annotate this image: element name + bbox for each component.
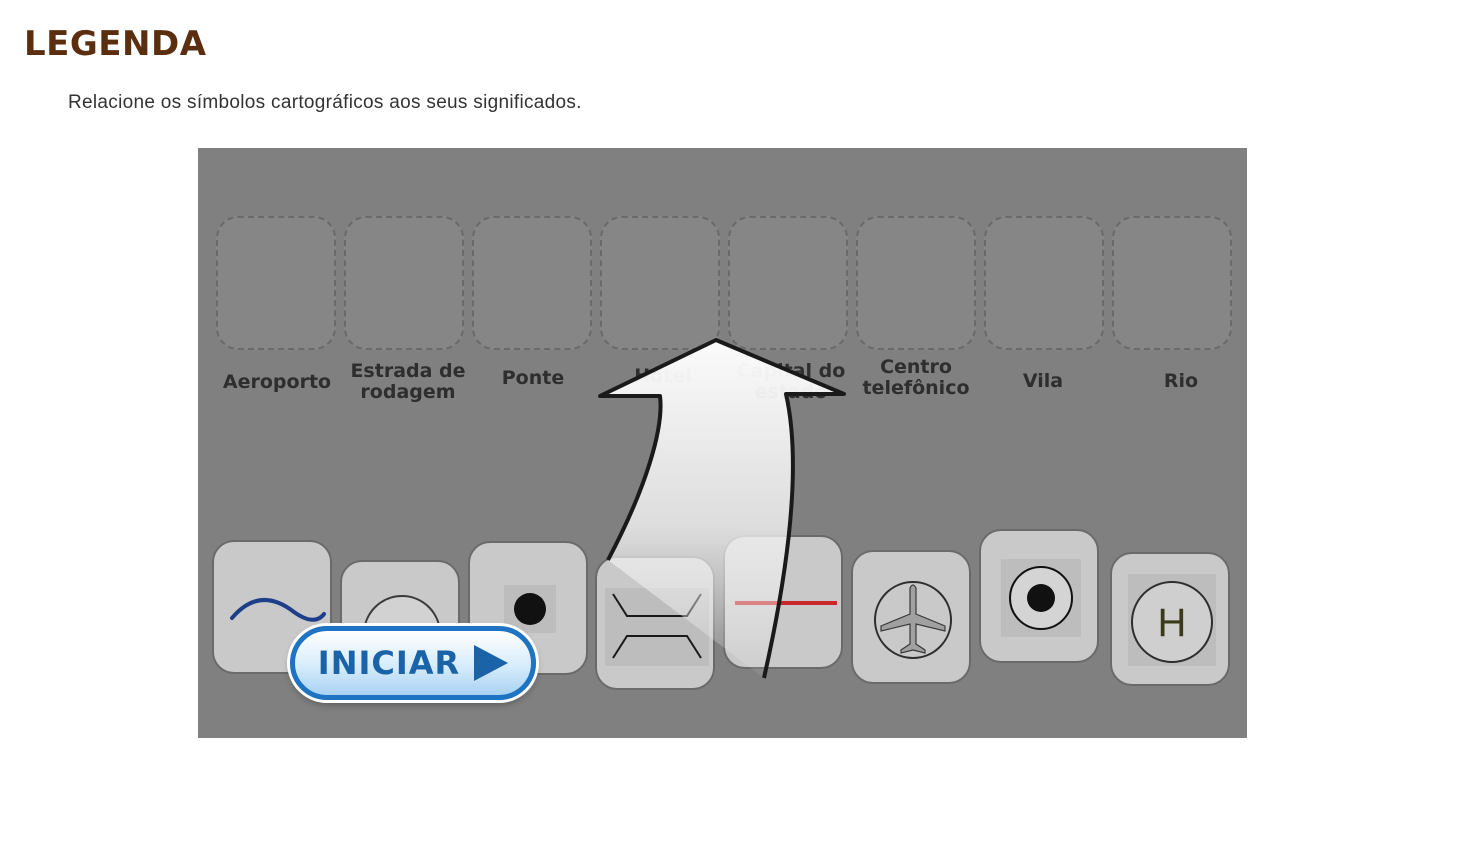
label-estrada-de-rodagem: Estrada de rodagem: [350, 360, 466, 403]
symbol-card-airport[interactable]: [851, 550, 971, 684]
label-capital-do-estado: Capital do estado: [736, 360, 846, 403]
drop-slot-vila[interactable]: [984, 216, 1104, 350]
play-icon: [474, 645, 509, 681]
label-vila: Vila: [1022, 370, 1064, 392]
label-rio: Rio: [1163, 370, 1199, 392]
start-button[interactable]: INICIAR: [290, 626, 536, 700]
hotel-icon: H: [1128, 574, 1216, 666]
drop-slot-ponte[interactable]: [472, 216, 592, 350]
bridge-icon: [605, 588, 709, 666]
start-button-label: INICIAR: [317, 644, 461, 682]
drop-slot-hotel[interactable]: [600, 216, 720, 350]
drop-slot-aeroporto[interactable]: [216, 216, 336, 350]
label-hotel: Hotel: [634, 365, 692, 387]
page-title: LEGENDA: [24, 24, 207, 64]
state-capital-icon: [1001, 559, 1081, 637]
symbol-card-hotel[interactable]: H: [1110, 552, 1230, 686]
airport-icon: [874, 581, 952, 659]
symbol-card-road[interactable]: [723, 535, 843, 669]
hotel-glyph: H: [1158, 601, 1187, 645]
matching-game: Aeroporto Estrada de rodagem Ponte Hotel …: [198, 148, 1247, 738]
drop-slot-estrada-de-rodagem[interactable]: [344, 216, 464, 350]
label-centro-telefonico: Centro telefônico: [862, 356, 970, 399]
drop-slot-capital-do-estado[interactable]: [728, 216, 848, 350]
instructions-text: Relacione os símbolos cartográficos aos …: [68, 92, 582, 113]
road-icon: [735, 601, 837, 605]
label-aeroporto: Aeroporto: [222, 371, 332, 393]
symbol-card-state-capital[interactable]: [979, 529, 1099, 663]
drop-slot-rio[interactable]: [1112, 216, 1232, 350]
symbol-card-bridge[interactable]: [595, 556, 715, 690]
drop-slot-centro-telefonico[interactable]: [856, 216, 976, 350]
label-ponte: Ponte: [501, 367, 565, 389]
